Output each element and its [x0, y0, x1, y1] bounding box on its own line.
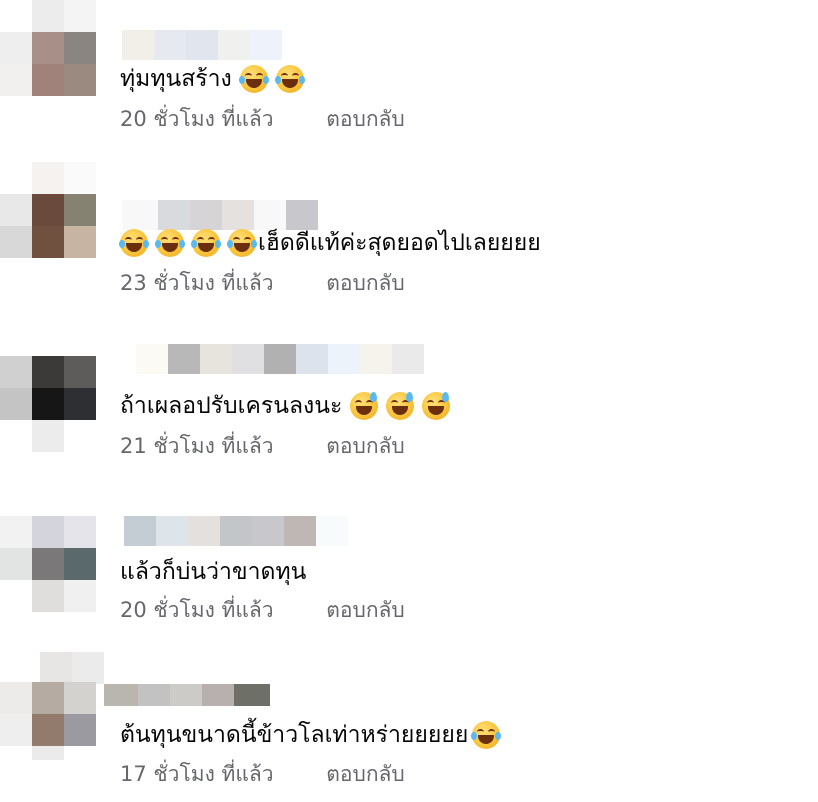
timestamp[interactable]: 21 ชั่วโมง ที่แล้ว: [120, 433, 274, 459]
avatar[interactable]: [0, 0, 100, 100]
comment-item: แล้วก็บ่นว่าขาดทุน 20 ชั่วโมง ที่แล้ว ตอ…: [0, 516, 818, 666]
tears-of-joy-emoji: [191, 229, 221, 257]
avatar[interactable]: [0, 652, 104, 760]
reply-button[interactable]: ตอบกลับ: [326, 270, 405, 296]
tears-of-joy-emoji: [119, 229, 149, 257]
blurred-author-name[interactable]: [136, 344, 424, 374]
comment-text: ทุ่มทุนสร้าง: [120, 66, 232, 92]
comment-text-row: ต้นทุนขนาดนี้ข้าวโลเท่าหร่ายยยยย: [120, 720, 502, 750]
comment-meta: 23 ชั่วโมง ที่แล้ว ตอบกลับ: [120, 270, 405, 296]
reply-button[interactable]: ตอบกลับ: [326, 761, 405, 787]
comment-text-row: ทุ่มทุนสร้าง: [120, 64, 305, 94]
blurred-author-name[interactable]: [122, 200, 318, 230]
sweat-smile-emoji: [422, 392, 451, 420]
sweat-smile-emoji: [386, 392, 415, 420]
comment-meta: 17 ชั่วโมง ที่แล้ว ตอบกลับ: [120, 761, 405, 787]
comment-item: ถ้าเผลอปรับเครนลงนะ 21 ชั่วโมง ที่แล้ว ต…: [0, 344, 818, 506]
avatar[interactable]: [0, 516, 100, 616]
avatar[interactable]: [0, 356, 100, 456]
tears-of-joy-emoji: [227, 229, 257, 257]
comment-text-row: เฮ็ดดีแท้ค่ะสุดยอดไปเลยยยย: [119, 228, 541, 258]
comment-item: ต้นทุนขนาดนี้ข้าวโลเท่าหร่ายยยยย 17 ชั่ว…: [0, 652, 818, 802]
comment-text: ต้นทุนขนาดนี้ข้าวโลเท่าหร่ายยยยย: [120, 722, 469, 748]
comment-item: เฮ็ดดีแท้ค่ะสุดยอดไปเลยยยย 23 ชั่วโมง ที…: [0, 162, 818, 312]
tears-of-joy-emoji: [238, 65, 269, 93]
reply-button[interactable]: ตอบกลับ: [326, 106, 405, 132]
tears-of-joy-emoji: [274, 65, 305, 93]
comment-text: เฮ็ดดีแท้ค่ะสุดยอดไปเลยยยย: [258, 230, 541, 256]
comment-text: แล้วก็บ่นว่าขาดทุน: [120, 559, 307, 585]
comment-text-row: แล้วก็บ่นว่าขาดทุน: [120, 557, 306, 587]
comment-meta: 21 ชั่วโมง ที่แล้ว ตอบกลับ: [120, 433, 405, 459]
comment-text: ถ้าเผลอปรับเครนลงนะ: [120, 393, 343, 419]
timestamp[interactable]: 23 ชั่วโมง ที่แล้ว: [120, 270, 274, 296]
comment-text-row: ถ้าเผลอปรับเครนลงนะ: [120, 391, 451, 421]
tears-of-joy-emoji: [155, 229, 185, 257]
sweat-smile-emoji: [350, 392, 379, 420]
blurred-author-name[interactable]: [122, 30, 282, 60]
blurred-author-name[interactable]: [104, 684, 270, 706]
reply-button[interactable]: ตอบกลับ: [326, 597, 405, 623]
timestamp[interactable]: 17 ชั่วโมง ที่แล้ว: [120, 761, 274, 787]
comment-item: ทุ่มทุนสร้าง 20 ชั่วโมง ที่แล้ว ตอบกลับ: [0, 0, 818, 150]
comment-meta: 20 ชั่วโมง ที่แล้ว ตอบกลับ: [120, 597, 405, 623]
blurred-author-name[interactable]: [124, 516, 348, 546]
reply-button[interactable]: ตอบกลับ: [326, 433, 405, 459]
timestamp[interactable]: 20 ชั่วโมง ที่แล้ว: [120, 597, 274, 623]
comment-meta: 20 ชั่วโมง ที่แล้ว ตอบกลับ: [120, 106, 405, 132]
tears-of-joy-emoji: [471, 721, 502, 749]
timestamp[interactable]: 20 ชั่วโมง ที่แล้ว: [120, 106, 274, 132]
avatar[interactable]: [0, 162, 100, 262]
